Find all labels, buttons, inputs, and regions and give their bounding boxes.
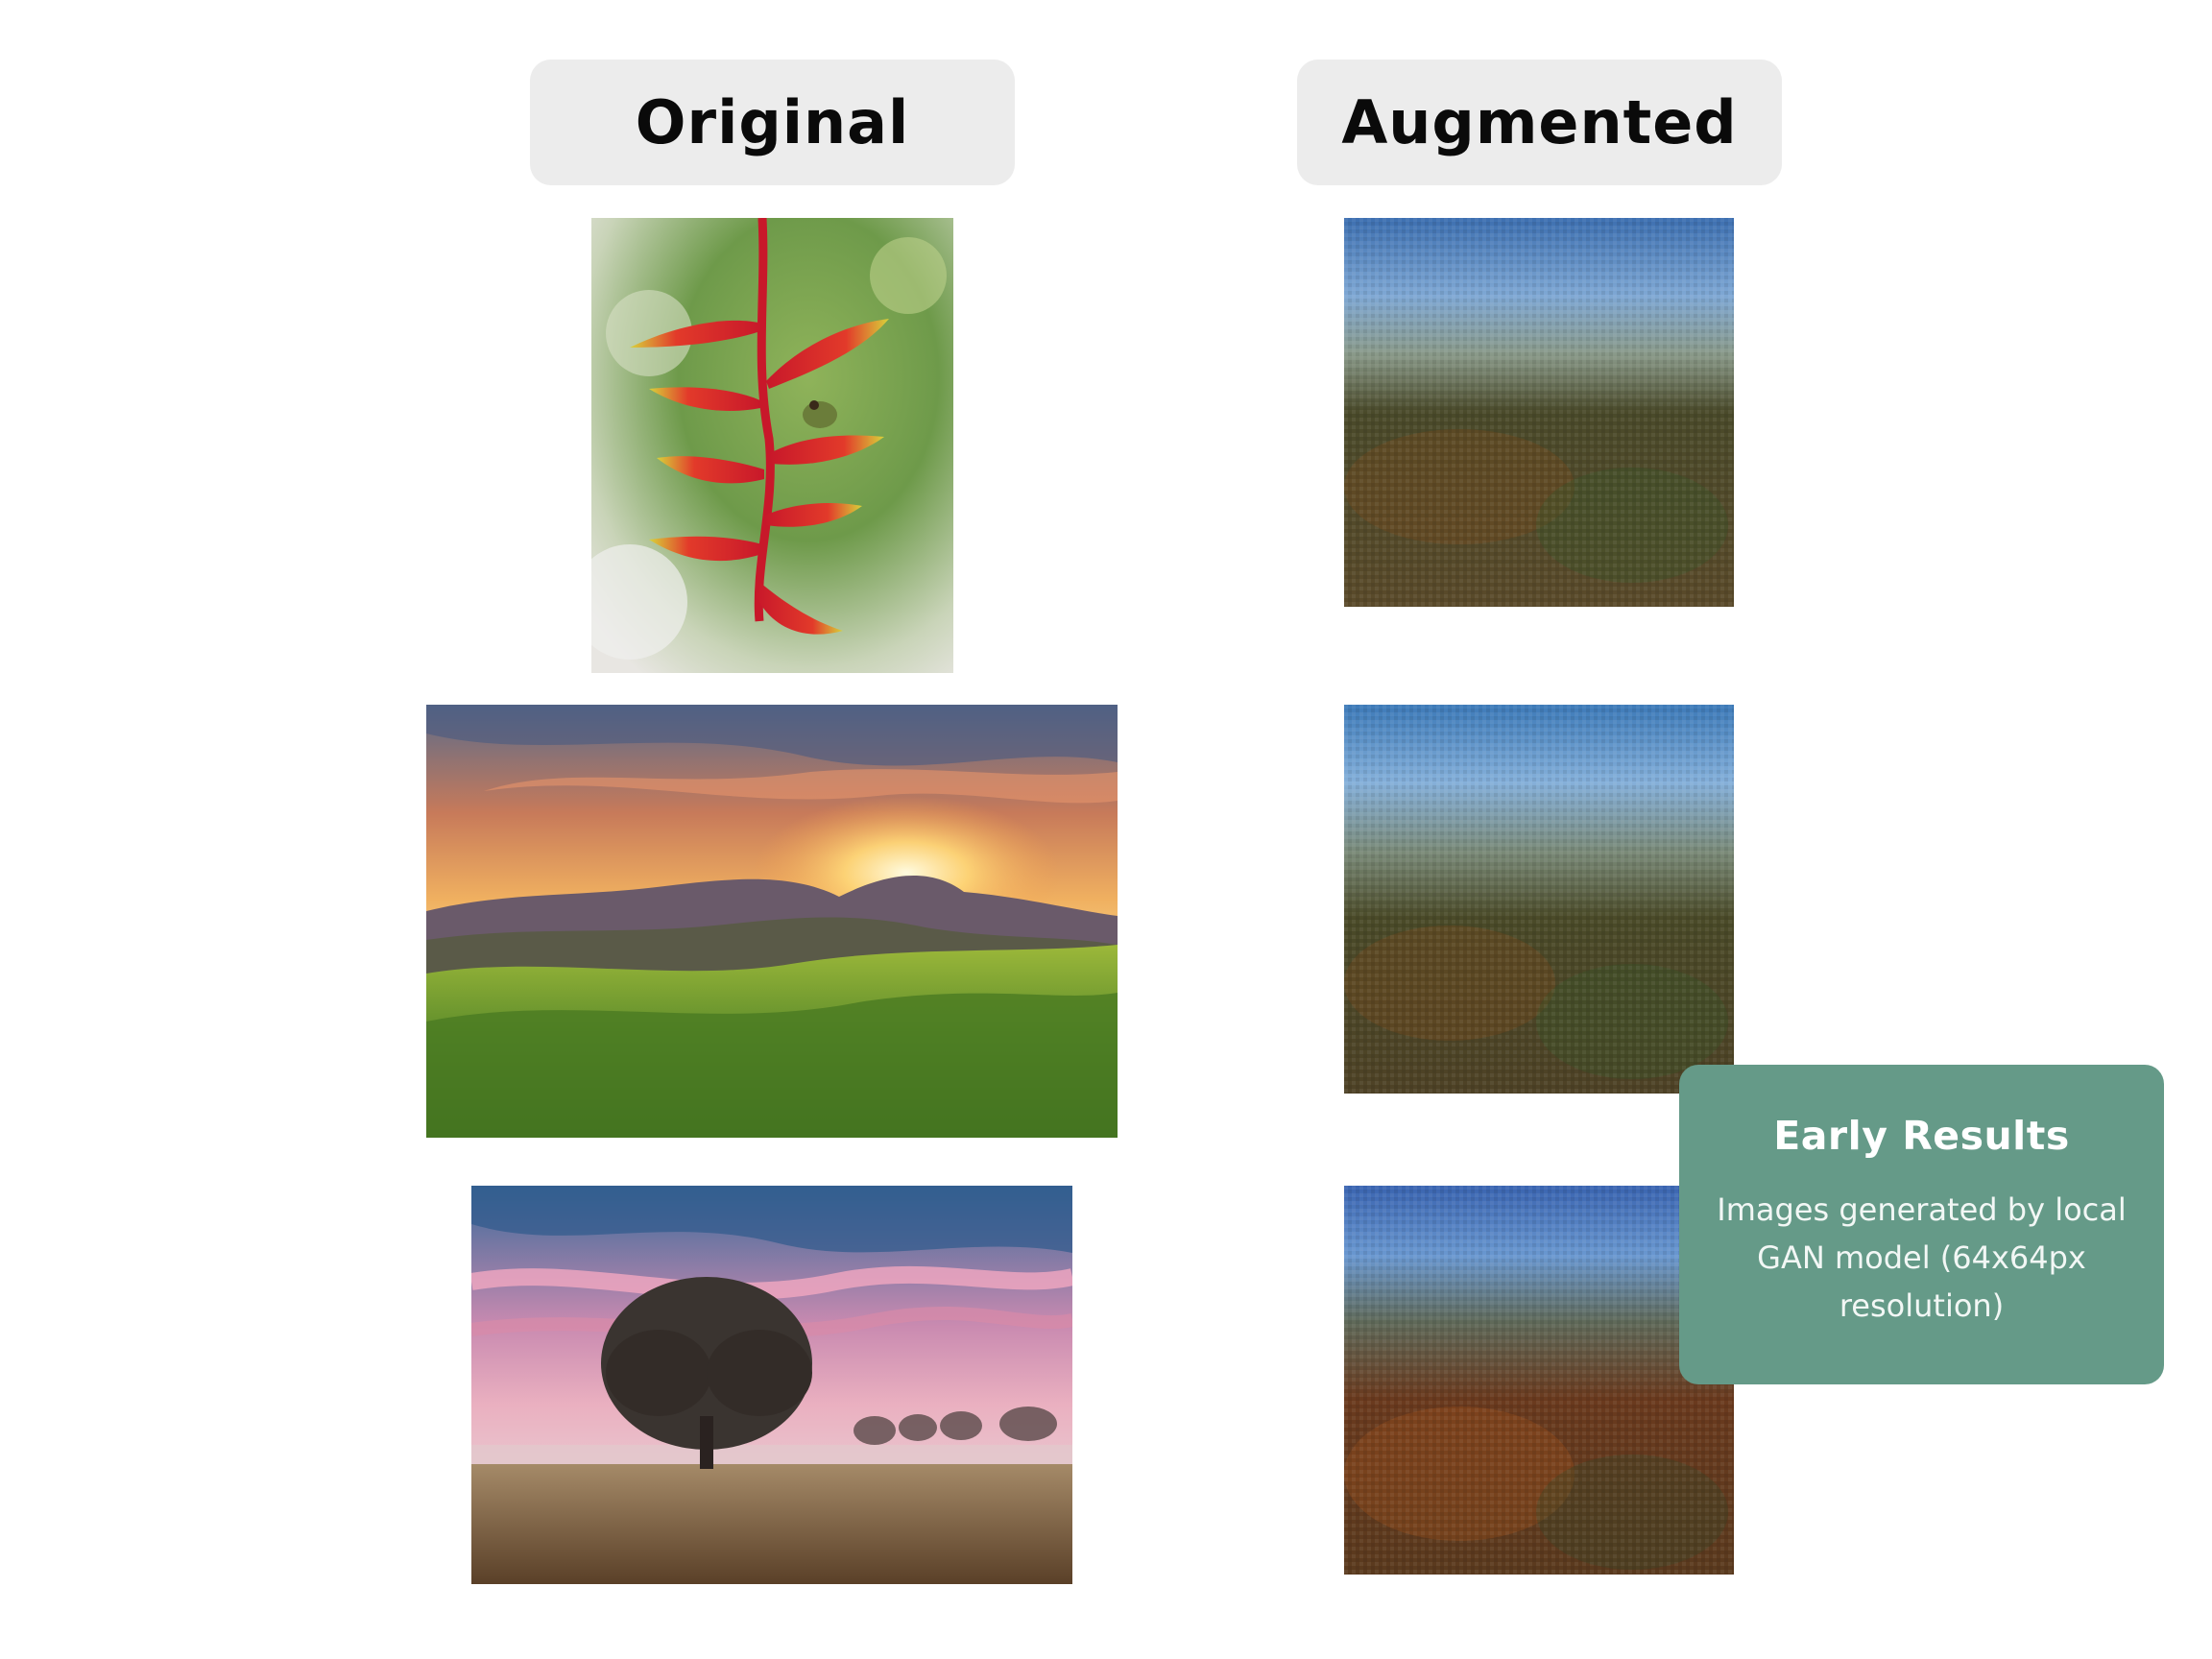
original-image-heliconia bbox=[591, 218, 953, 673]
original-column-header: Original bbox=[530, 60, 1015, 185]
augmented-image-3 bbox=[1344, 1186, 1734, 1575]
callout-title: Early Results bbox=[1773, 1113, 2070, 1159]
early-results-callout: Early Results Images generated by local … bbox=[1679, 1065, 2164, 1384]
augmented-column-header: Augmented bbox=[1297, 60, 1782, 185]
augmented-image-2 bbox=[1344, 705, 1734, 1094]
original-image-sunset-mountains bbox=[426, 705, 1118, 1138]
callout-body: Images generated by local GAN model (64x… bbox=[1717, 1191, 2127, 1324]
augmented-image-1 bbox=[1344, 218, 1734, 607]
original-image-lone-tree bbox=[471, 1186, 1072, 1584]
